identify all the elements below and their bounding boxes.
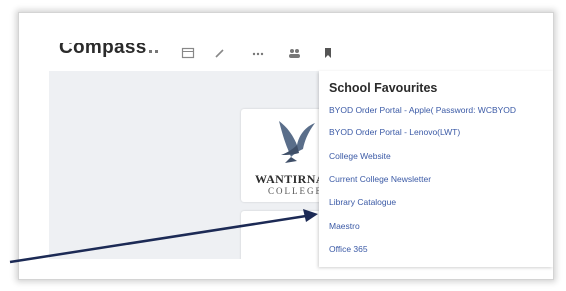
calendar-icon[interactable] (181, 47, 195, 59)
top-navigation-bar: Compass (19, 13, 553, 71)
more-icon[interactable] (251, 47, 265, 59)
people-icon[interactable] (287, 47, 301, 59)
bookmark-icon[interactable] (321, 47, 335, 59)
edit-icon[interactable] (213, 47, 227, 59)
grid-icon[interactable] (147, 47, 161, 59)
logo-line-2: COLLEGE (268, 186, 323, 196)
favourite-link-byod-apple[interactable]: BYOD Order Portal - Apple( Password: WCB… (329, 105, 516, 115)
favourite-link-newsletter[interactable]: Current College Newsletter (329, 174, 431, 184)
favourite-link-byod-lenovo[interactable]: BYOD Order Portal - Lenovo(LWT) (329, 127, 460, 137)
favourite-link-library-catalogue[interactable]: Library Catalogue (329, 197, 396, 207)
dropdown-title: School Favourites (329, 81, 438, 95)
app-title[interactable]: Compass (59, 43, 147, 59)
favourite-link-maestro[interactable]: Maestro (329, 221, 360, 231)
favourite-link-college-website[interactable]: College Website (329, 151, 391, 161)
school-favourites-dropdown: School Favourites BYOD Order Portal - Ap… (319, 71, 553, 267)
logo-line-1: WANTIRNA (255, 172, 325, 186)
browser-frame: Compass WANTIRNA COLLEGE School Favourit… (18, 12, 554, 280)
favourite-link-office-365[interactable]: Office 365 (329, 244, 368, 254)
bird-logo-icon (279, 121, 315, 163)
